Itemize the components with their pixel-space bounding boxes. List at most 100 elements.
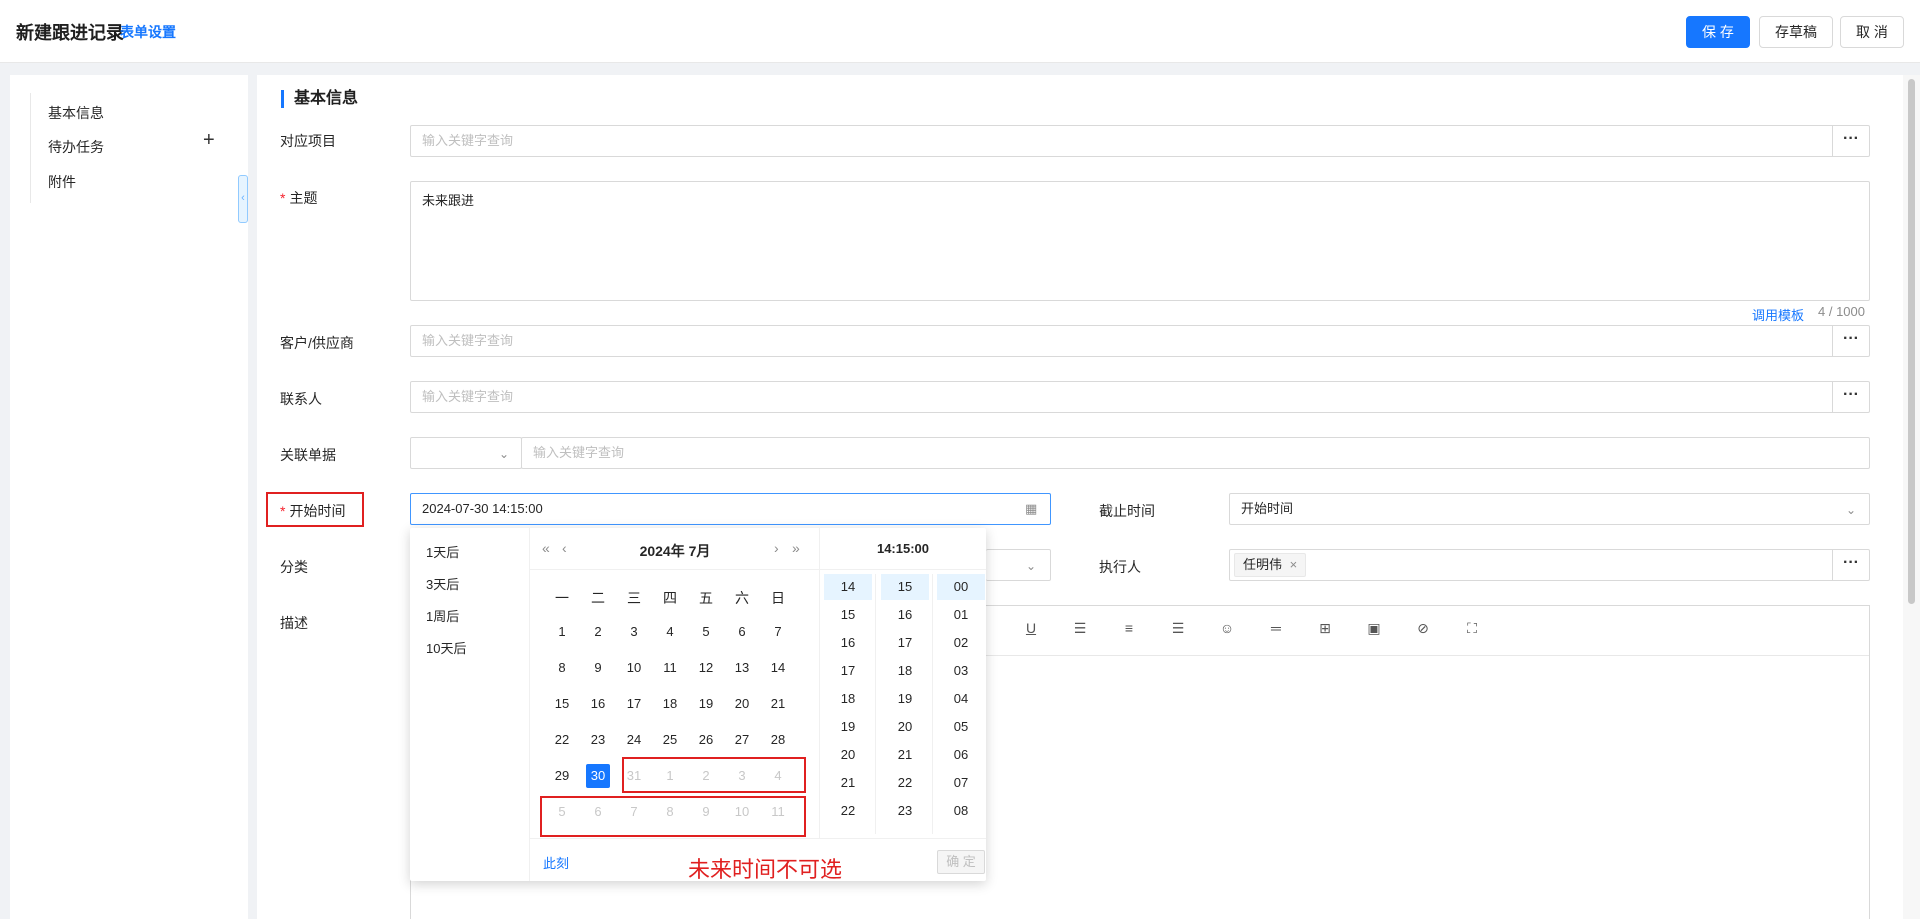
fullscreen-icon[interactable]: ⛶ [1462,620,1482,637]
calendar-day[interactable]: 28 [766,728,790,752]
preset-1-day[interactable]: 1天后 [426,542,459,561]
sidebar-item-todo[interactable]: 待办任务 [48,137,104,157]
contact-more-button[interactable]: ··· [1832,381,1870,413]
calendar-day[interactable]: 29 [550,764,574,788]
project-more-button[interactable]: ··· [1832,125,1870,157]
emoji-icon[interactable]: ☺ [1217,620,1237,636]
calendar-day[interactable]: 27 [730,728,754,752]
minute-option[interactable]: 21 [881,742,929,768]
minute-option[interactable]: 16 [881,602,929,628]
calendar-day[interactable]: 13 [730,656,754,680]
sidebar-item-attachment[interactable]: 附件 [48,172,76,192]
sidebar-item-basic-info[interactable]: 基本信息 [48,103,104,123]
second-option[interactable]: 01 [937,602,985,628]
calendar-day[interactable]: 16 [586,692,610,716]
use-template-link[interactable]: 调用模板 [1752,305,1804,324]
scrollbar[interactable] [1903,75,1920,919]
form-settings-link[interactable]: 表单设置 [120,22,176,42]
calendar-day[interactable]: 12 [694,656,718,680]
calendar-day[interactable]: 9 [586,656,610,680]
align-right-icon[interactable]: ☰ [1168,620,1188,637]
executor-input[interactable] [1229,549,1834,581]
subject-textarea[interactable]: 未来跟进 [410,181,1870,301]
now-link[interactable]: 此刻 [543,853,569,872]
calendar-day[interactable]: 11 [658,656,682,680]
save-draft-button[interactable]: 存草稿 [1759,16,1833,48]
calendar-day[interactable]: 14 [766,656,790,680]
minute-option[interactable]: 15 [881,574,929,600]
minute-option[interactable]: 18 [881,658,929,684]
align-center-icon[interactable]: ≡ [1119,620,1139,636]
calendar-day[interactable]: 21 [766,692,790,716]
scrollbar-thumb[interactable] [1908,79,1915,604]
divider-icon[interactable]: ═ [1266,620,1286,636]
hour-option[interactable]: 15 [824,602,872,628]
calendar-day[interactable]: 5 [694,620,718,644]
image-icon[interactable]: ▣ [1364,620,1384,637]
second-option[interactable]: 04 [937,686,985,712]
category-select[interactable]: ⌄ [986,549,1051,581]
hour-option[interactable]: 21 [824,770,872,796]
preset-1-week[interactable]: 1周后 [426,606,459,625]
add-todo-icon[interactable]: + [203,130,215,150]
table-icon[interactable]: ⊞ [1315,620,1335,637]
calendar-day[interactable]: 3 [622,620,646,644]
contact-input[interactable]: 输入关键字查询 [410,381,1834,413]
next-year-icon[interactable]: » [792,540,800,556]
collapse-sidebar-icon[interactable]: ‹ [238,175,248,223]
minute-option[interactable]: 19 [881,686,929,712]
calendar-day[interactable]: 18 [658,692,682,716]
calendar-day[interactable]: 8 [550,656,574,680]
calendar-day[interactable]: 15 [550,692,574,716]
hour-column[interactable]: 14 15 16 17 18 19 20 21 22 [820,574,876,834]
second-option[interactable]: 06 [937,742,985,768]
underline-icon[interactable]: U [1021,620,1041,636]
confirm-button[interactable]: 确 定 [937,850,985,874]
customer-input[interactable]: 输入关键字查询 [410,325,1834,357]
calendar-day[interactable]: 26 [694,728,718,752]
calendar-day[interactable]: 1 [550,620,574,644]
calendar-day[interactable]: 25 [658,728,682,752]
hour-option[interactable]: 14 [824,574,872,600]
hour-option[interactable]: 16 [824,630,872,656]
hour-option[interactable]: 18 [824,686,872,712]
tag-close-icon[interactable]: × [1290,557,1298,572]
second-option[interactable]: 02 [937,630,985,656]
second-option[interactable]: 08 [937,798,985,824]
minute-option[interactable]: 22 [881,770,929,796]
calendar-day[interactable]: 19 [694,692,718,716]
second-option[interactable]: 03 [937,658,985,684]
calendar-day[interactable]: 2 [586,620,610,644]
hour-option[interactable]: 22 [824,798,872,824]
calendar-day[interactable]: 20 [730,692,754,716]
calendar-day[interactable]: 10 [622,656,646,680]
minute-option[interactable]: 20 [881,714,929,740]
align-left-icon[interactable]: ☰ [1070,620,1090,637]
calendar-day[interactable]: 17 [622,692,646,716]
hour-option[interactable]: 20 [824,742,872,768]
second-column[interactable]: 00 01 02 03 04 05 06 07 08 [933,574,989,834]
preset-3-days[interactable]: 3天后 [426,574,459,593]
related-doc-input[interactable]: 输入关键字查询 [521,437,1870,469]
next-month-icon[interactable]: › [774,540,779,556]
doc-type-select[interactable]: ⌄ [410,437,522,469]
customer-more-button[interactable]: ··· [1832,325,1870,357]
hour-option[interactable]: 17 [824,658,872,684]
attachment-icon[interactable]: ⊘ [1413,620,1433,637]
start-time-input[interactable]: 2024-07-30 14:15:00 ▦ [410,493,1051,525]
second-option[interactable]: 07 [937,770,985,796]
second-option[interactable]: 05 [937,714,985,740]
calendar-day[interactable]: 6 [730,620,754,644]
second-option[interactable]: 00 [937,574,985,600]
save-button[interactable]: 保 存 [1686,16,1750,48]
calendar-day[interactable]: 23 [586,728,610,752]
preset-10-days[interactable]: 10天后 [426,638,466,657]
calendar-day[interactable]: 30 [586,764,610,788]
minute-option[interactable]: 17 [881,630,929,656]
executor-more-button[interactable]: ··· [1832,549,1870,581]
minute-option[interactable]: 23 [881,798,929,824]
calendar-day[interactable]: 24 [622,728,646,752]
minute-column[interactable]: 15 16 17 18 19 20 21 22 23 [877,574,933,834]
calendar-icon[interactable]: ▦ [1025,494,1037,524]
deadline-select[interactable]: 开始时间 ⌄ [1229,493,1870,525]
